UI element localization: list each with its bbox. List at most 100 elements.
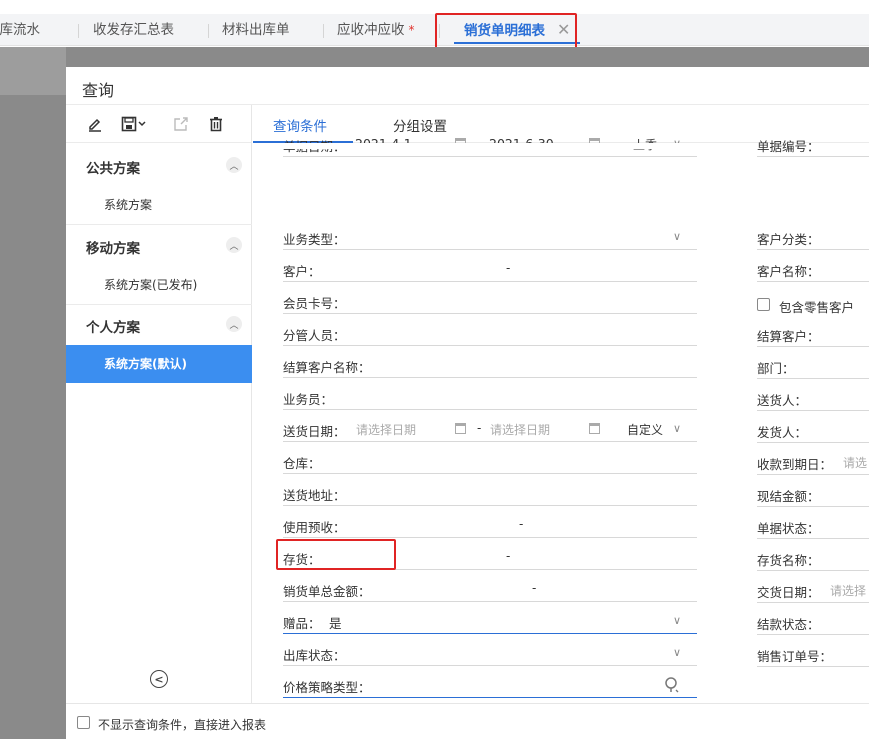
- field-settlement-status[interactable]: 结款状态：: [757, 611, 869, 635]
- tab-label: 收发存汇总表: [93, 22, 174, 38]
- tab-stock-in-flow[interactable]: 入库流水: [0, 14, 40, 46]
- field-delivery-address[interactable]: 送货地址：: [283, 482, 697, 506]
- chevron-up-icon[interactable]: ︿: [226, 316, 242, 332]
- field-label: 客户名称：: [757, 264, 820, 279]
- tab-query-conditions[interactable]: 查询条件: [273, 115, 327, 135]
- chevron-down-icon[interactable]: ∨: [673, 646, 681, 659]
- chevron-up-icon[interactable]: ︿: [226, 157, 242, 173]
- dialog-footer: 不显示查询条件，直接进入报表: [66, 703, 869, 739]
- field-payment-due-date[interactable]: 收款到期日： 请选: [757, 451, 869, 475]
- chevron-up-icon[interactable]: ︿: [226, 237, 242, 253]
- field-label: 收款到期日：: [757, 457, 833, 472]
- edit-icon[interactable]: [84, 113, 106, 135]
- field-label: 使用预收：: [283, 520, 346, 535]
- range-separator: -: [519, 517, 524, 531]
- field-label: 分管人员：: [283, 328, 346, 343]
- tab-label: 入库流水: [0, 22, 40, 38]
- date-input[interactable]: 请选: [843, 454, 867, 471]
- checkbox-label: 包含零售客户: [779, 300, 855, 315]
- collapse-panel-icon[interactable]: <: [150, 670, 168, 688]
- field-outbound-status[interactable]: 出库状态： ∨: [283, 642, 697, 666]
- export-icon[interactable]: [170, 113, 192, 135]
- tab-material-outbound[interactable]: 材料出库单: [222, 14, 290, 46]
- field-sales-total-amount[interactable]: 销货单总金额： -: [283, 578, 697, 602]
- group-label: 公共方案: [86, 161, 140, 177]
- field-deliverer[interactable]: 送货人：: [757, 387, 869, 411]
- scheme-item-system[interactable]: 系统方案: [66, 186, 252, 224]
- field-warehouse[interactable]: 仓库：: [283, 450, 697, 474]
- tab-receivable-offset[interactable]: 应收冲应收 *: [337, 14, 415, 46]
- chevron-down-icon[interactable]: ∨: [673, 614, 681, 627]
- include-retail-customer[interactable]: 包含零售客户: [757, 297, 869, 317]
- calendar-icon[interactable]: [589, 423, 600, 434]
- field-label: 业务类型：: [283, 232, 346, 247]
- field-label: 结款状态：: [757, 617, 820, 632]
- field-label: 会员卡号：: [283, 296, 346, 311]
- field-shipper[interactable]: 发货人：: [757, 419, 869, 443]
- field-label: 送货地址：: [283, 488, 346, 503]
- field-label: 客户：: [283, 264, 321, 279]
- field-customer-name[interactable]: 客户名称：: [757, 258, 869, 282]
- tab-label: 材料出库单: [222, 22, 290, 38]
- field-label: 结算客户：: [757, 329, 820, 344]
- field-department[interactable]: 部门：: [757, 355, 869, 379]
- chevron-down-icon[interactable]: ∨: [673, 422, 681, 435]
- skip-conditions-checkbox[interactable]: [77, 716, 90, 729]
- date-from-input[interactable]: 请选择日期: [356, 421, 416, 438]
- calendar-icon[interactable]: [455, 423, 466, 434]
- gift-select-value[interactable]: 是: [329, 613, 342, 632]
- highlight-box-gift: [276, 539, 396, 570]
- field-inventory-name[interactable]: 存货名称：: [757, 547, 869, 571]
- scheme-item-published[interactable]: 系统方案(已发布): [66, 266, 252, 304]
- field-account-manager[interactable]: 分管人员：: [283, 322, 697, 346]
- tab-inventory-summary[interactable]: 收发存汇总表: [93, 14, 174, 46]
- field-delivery-date[interactable]: 送货日期： 请选择日期 - 请选择日期 自定义 ∨: [283, 418, 697, 442]
- field-salesperson[interactable]: 业务员：: [283, 386, 697, 410]
- field-gift[interactable]: 赠品： 是 ∨: [283, 610, 697, 634]
- field-document-number[interactable]: 单据编号：: [757, 133, 869, 157]
- field-customer-category[interactable]: 客户分类：: [757, 226, 869, 250]
- field-document-status[interactable]: 单据状态：: [757, 515, 869, 539]
- range-separator: -: [506, 261, 511, 275]
- field-cash-settled-amount[interactable]: 现结金额：: [757, 483, 869, 507]
- tab-group-settings[interactable]: 分组设置: [393, 115, 447, 135]
- field-label: 销货单总金额：: [283, 584, 371, 599]
- divider: [66, 224, 252, 225]
- field-use-prepayment[interactable]: 使用预收： -: [283, 514, 697, 538]
- save-icon[interactable]: [120, 113, 150, 135]
- include-retail-checkbox[interactable]: [757, 298, 770, 311]
- field-member-card[interactable]: 会员卡号：: [283, 290, 697, 314]
- query-conditions-panel: 查询条件 分组设置 单据日期： 2021-4-1 - 2021-6-30 上季 …: [253, 105, 869, 703]
- field-label: 送货日期：: [283, 424, 346, 439]
- field-price-strategy-type[interactable]: 价格策略类型：: [283, 674, 697, 698]
- field-label: 送货人：: [757, 393, 808, 408]
- group-personal-schemes[interactable]: 个人方案 ︿: [66, 305, 252, 343]
- field-customer[interactable]: 客户： -: [283, 258, 697, 282]
- date-input[interactable]: 请选择: [830, 582, 866, 599]
- range-separator: -: [532, 581, 537, 595]
- field-business-type[interactable]: 业务类型： ∨: [283, 226, 697, 250]
- scheme-item-default-selected[interactable]: 系统方案(默认): [66, 345, 252, 383]
- field-settlement-customer-name[interactable]: 结算客户名称：: [283, 354, 697, 378]
- search-icon[interactable]: [663, 676, 681, 698]
- field-delivery-date-2[interactable]: 交货日期： 请选择: [757, 579, 869, 603]
- tab-separator: [208, 24, 209, 38]
- group-public-schemes[interactable]: 公共方案 ︿: [66, 146, 252, 184]
- tab-label: 应收冲应收: [337, 22, 405, 38]
- date-to-input[interactable]: 请选择日期: [490, 421, 550, 438]
- dialog-title: 查询: [82, 81, 115, 100]
- field-label: 单据状态：: [757, 521, 820, 536]
- field-label: 赠品：: [283, 616, 321, 631]
- delete-icon[interactable]: [205, 113, 227, 135]
- scheme-panel: 公共方案 ︿ 系统方案 移动方案 ︿ 系统方案(已发布) 个人方案 ︿ 系统方案…: [66, 105, 252, 703]
- tab-separator: [78, 24, 79, 38]
- date-mode-select[interactable]: 自定义: [627, 421, 663, 438]
- field-label: 出库状态：: [283, 648, 346, 663]
- field-sales-order-number[interactable]: 销售订单号：: [757, 643, 869, 667]
- field-settlement-customer[interactable]: 结算客户：: [757, 323, 869, 347]
- top-strip: [0, 0, 869, 14]
- field-label: 现结金额：: [757, 489, 820, 504]
- chevron-down-icon[interactable]: ∨: [673, 230, 681, 243]
- range-separator: -: [506, 549, 511, 563]
- group-mobile-schemes[interactable]: 移动方案 ︿: [66, 226, 252, 264]
